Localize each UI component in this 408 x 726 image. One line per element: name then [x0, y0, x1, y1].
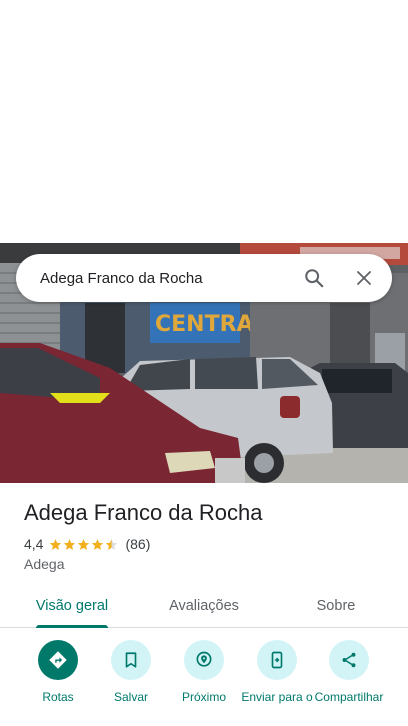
search-bar[interactable]: Adega Franco da Rocha — [16, 254, 392, 302]
action-buttons-row: Rotas Salvar Próximo Enviar para o Compa… — [0, 640, 408, 726]
send-to-phone-label: Enviar para o — [241, 690, 313, 704]
save-label: Salvar — [113, 690, 148, 704]
tab-about[interactable]: Sobre — [294, 584, 378, 628]
share-button[interactable]: Compartilhar — [309, 640, 389, 704]
directions-icon — [49, 651, 67, 669]
star-icon — [64, 538, 76, 550]
search-icon[interactable] — [294, 258, 334, 298]
nearby-button[interactable]: Próximo — [164, 640, 244, 704]
directions-label: Rotas — [42, 690, 74, 704]
nearby-label: Próximo — [181, 690, 226, 704]
place-category: Adega — [24, 556, 65, 572]
place-title: Adega Franco da Rocha — [24, 500, 263, 525]
tab-reviews[interactable]: Avaliações — [156, 584, 252, 628]
rating-stars — [49, 538, 119, 551]
send-to-phone-icon — [271, 651, 283, 669]
save-button[interactable]: Salvar — [91, 640, 171, 704]
half-star-icon — [106, 538, 118, 550]
star-icon — [78, 538, 90, 550]
tab-overview[interactable]: Visão geral — [24, 584, 120, 628]
map-area[interactable] — [0, 0, 408, 243]
send-to-phone-button[interactable]: Enviar para o — [237, 640, 317, 704]
close-icon[interactable] — [344, 258, 384, 298]
tab-bar: Visão geral Avaliações Sobre — [0, 584, 408, 628]
share-label: Compartilhar — [314, 690, 384, 704]
nearby-icon — [196, 651, 212, 667]
share-icon — [342, 652, 356, 668]
star-icon — [50, 538, 62, 550]
place-details-screen: CENTRAL Adega Franco da Rocha Adega Fran… — [0, 0, 408, 726]
review-count: (86) — [125, 536, 151, 552]
star-icon — [92, 538, 104, 550]
search-query-text[interactable]: Adega Franco da Rocha — [40, 270, 294, 287]
bookmark-icon — [125, 652, 137, 668]
directions-button[interactable]: Rotas — [18, 640, 98, 704]
rating-row[interactable]: 4,4 (86) — [24, 536, 150, 552]
active-tab-indicator — [36, 625, 108, 628]
rating-value: 4,4 — [24, 536, 44, 552]
